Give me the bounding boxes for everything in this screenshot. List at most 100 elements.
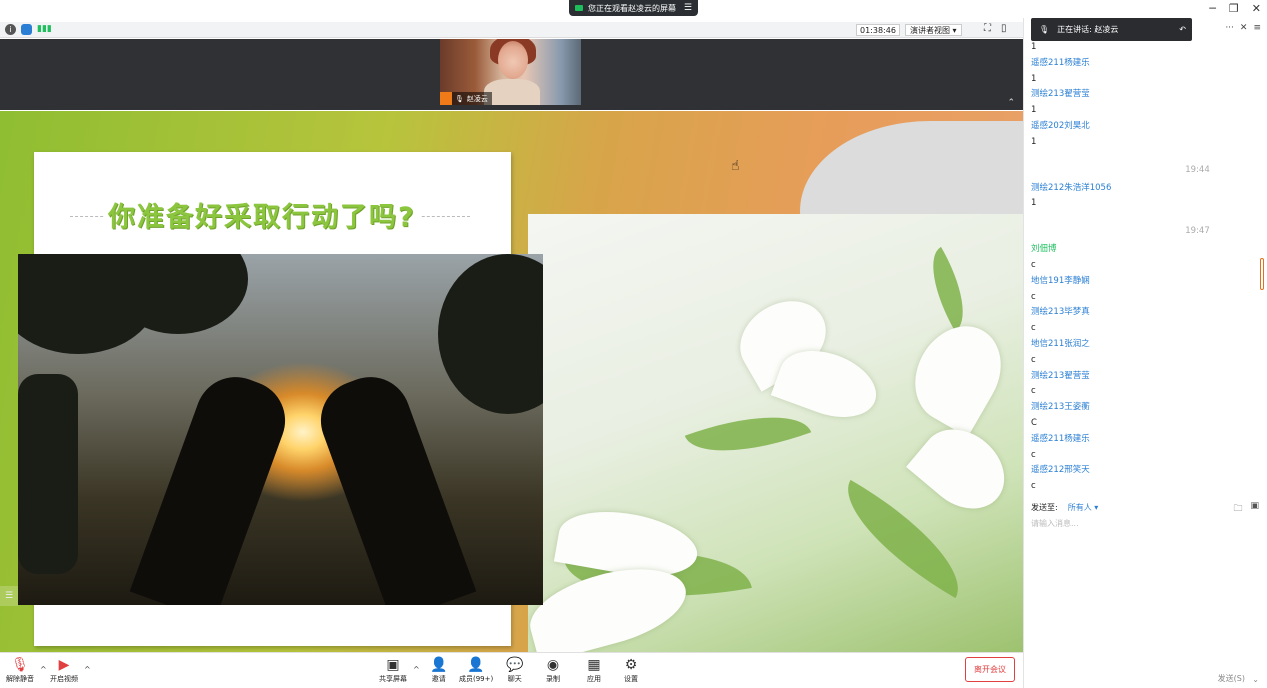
chat-message-text: c <box>1031 481 1036 492</box>
chat-sender-name: 测绘213毕梦真 <box>1031 307 1090 318</box>
chat-message-text: 1 <box>1031 105 1037 116</box>
chat-message-list: 1 遥感211杨建乐 1 测绘213翟营莹 1 遥感202刘昊北 1 19:44 测绘212朱浩… <box>1031 40 1256 495</box>
speaker-video-tile[interactable]: 🎙 赵凌云 <box>440 39 581 105</box>
share-screen-icon: ▣ <box>386 657 400 673</box>
chat-message-text: c <box>1031 323 1036 334</box>
chat-message-text: 1 <box>1031 73 1037 84</box>
recipient-dropdown[interactable]: 所有人 ▾ <box>1068 502 1099 513</box>
meeting-timer: 01:38:46 <box>856 24 900 36</box>
start-video-button[interactable]: ▶ 开启视频 <box>50 657 78 684</box>
chat-input[interactable]: 请输入消息... <box>1031 518 1079 529</box>
chat-tool-icons: 🗀 ▣ <box>1233 501 1259 517</box>
chat-timestamp: 19:47 <box>1185 226 1210 237</box>
chat-sender-name: 地信191李静娴 <box>1031 275 1090 286</box>
window-controls: ─ ❐ ✕ <box>1209 2 1261 15</box>
settings-label: 设置 <box>624 675 638 683</box>
info-icon[interactable]: i <box>5 24 16 35</box>
speaker-body <box>484 79 540 105</box>
minimize-icon[interactable]: ─ <box>1209 2 1216 15</box>
apps-icon: ▦ <box>587 657 601 673</box>
chat-message-text: 1 <box>1031 198 1037 209</box>
file-icon[interactable]: 🗀 <box>1233 501 1242 517</box>
start-video-label: 开启视频 <box>50 675 78 683</box>
share-banner-text: 您正在观看赵凌云的屏幕 <box>588 3 676 13</box>
more-icon[interactable]: ··· <box>1225 23 1234 33</box>
share-screen-label: 共享屏幕 <box>379 675 407 683</box>
audio-options-caret[interactable]: ^ <box>40 665 47 674</box>
restore-icon[interactable]: ❐ <box>1229 2 1239 15</box>
right-hand-silhouette <box>309 365 477 605</box>
chat-message-text: 1 <box>1031 42 1037 52</box>
record-icon: ◉ <box>546 657 560 673</box>
members-button[interactable]: 👤 成员(99+) <box>459 657 493 684</box>
menu-icon[interactable]: ☰ <box>684 3 692 13</box>
chat-timestamp: 19:44 <box>1185 164 1210 175</box>
panel-menu-icon[interactable]: ≡ <box>1253 23 1261 33</box>
share-screen-button[interactable]: ▣ 共享屏幕 <box>379 657 407 684</box>
signal-icon[interactable]: ▮▮▮ <box>37 24 52 35</box>
chat-message-text: c <box>1031 386 1036 397</box>
chat-header-controls: ··· ✕ ≡ <box>1225 23 1261 33</box>
view-mode-label: 演讲者视图 <box>910 26 950 35</box>
chat-message-text: c <box>1031 291 1036 302</box>
meeting-window: 您正在观看赵凌云的屏幕 ☰ ─ ❐ ✕ i ▮▮▮ 01:38:46 演讲者视图… <box>0 0 1267 688</box>
chat-label: 聊天 <box>507 675 522 683</box>
chat-scrollbar[interactable] <box>1260 258 1264 290</box>
record-label: 录制 <box>546 675 560 683</box>
screen-share-banner[interactable]: 您正在观看赵凌云的屏幕 ☰ <box>569 0 698 16</box>
view-mode-dropdown[interactable]: 演讲者视图 ▾ <box>905 24 962 36</box>
apps-button[interactable]: ▦ 应用 <box>587 657 601 684</box>
slide-list-icon[interactable]: ☰ <box>0 586 18 606</box>
send-button[interactable]: 发送(S) <box>1218 673 1245 684</box>
chat-sender-name: 测绘213王姿蘅 <box>1031 402 1090 413</box>
leave-meeting-button[interactable]: 离开会议 <box>965 657 1015 682</box>
settings-button[interactable]: ⚙ 设置 <box>624 657 638 684</box>
members-icon: 👤 <box>467 657 485 673</box>
speaker-nametag: 🎙 赵凌云 <box>440 92 492 105</box>
chat-message-text: c <box>1031 449 1036 460</box>
video-options-caret[interactable]: ^ <box>84 665 91 674</box>
share-options-caret[interactable]: ^ <box>413 665 420 674</box>
chat-sender-name: 遥感211杨建乐 <box>1031 57 1090 68</box>
lily-petal <box>898 310 1018 438</box>
gear-icon: ⚙ <box>624 657 638 673</box>
chat-panel: 🎙 正在讲话: 赵凌云 ↶ ··· ✕ ≡ 1 遥感211杨建乐 1 测绘213翟营莹… <box>1023 18 1267 688</box>
collapse-strip-icon[interactable]: ⌃ <box>1007 98 1015 108</box>
chat-message-text: 1 <box>1031 136 1037 147</box>
close-chat-icon[interactable]: ✕ <box>1240 23 1248 33</box>
invite-label: 邀请 <box>431 675 446 683</box>
pointer-cursor-icon: ☝ <box>731 158 740 174</box>
fullscreen-icon[interactable]: ⛶ <box>984 23 991 34</box>
chat-button[interactable]: 💬 聊天 <box>506 657 523 684</box>
chat-sender-name: 刘佃博 <box>1031 244 1057 255</box>
mic-muted-icon: 🎙 <box>11 657 29 673</box>
shield-icon[interactable] <box>21 24 32 35</box>
slide-title: 你准备好采取行动了吗? <box>104 195 420 234</box>
lily-petal <box>906 413 1020 525</box>
mic-icon: 🎙 <box>455 94 464 103</box>
send-to-label: 发送至: <box>1031 503 1058 512</box>
chat-icon: 💬 <box>506 657 524 673</box>
invite-icon: 👤 <box>430 657 448 673</box>
shared-slide: 你准备好采取行动了吗? ☰ <box>0 111 1023 652</box>
camera-icon <box>575 5 583 11</box>
chat-sender-name: 测绘213翟营莹 <box>1031 370 1090 381</box>
tree-silhouette <box>18 374 78 574</box>
chat-sender-name: 遥感211杨建乐 <box>1031 433 1090 444</box>
pop-out-icon[interactable]: ↶ <box>1179 25 1186 34</box>
leaf <box>684 394 812 474</box>
record-button[interactable]: ◉ 录制 <box>546 657 560 684</box>
speaking-indicator: 🎙 正在讲话: 赵凌云 ↶ <box>1031 18 1192 41</box>
close-icon[interactable]: ✕ <box>1252 2 1261 15</box>
speaker-name: 赵凌云 <box>466 94 488 103</box>
lily-image <box>528 214 1023 652</box>
members-label: 成员(99+) <box>459 675 494 683</box>
send-options-caret[interactable]: ⌄ <box>1252 675 1259 684</box>
layout-icon[interactable]: ▯ <box>1001 23 1007 34</box>
invite-button[interactable]: 👤 邀请 <box>430 657 447 684</box>
speaker-face <box>498 41 528 79</box>
unmute-label: 解除静音 <box>6 675 34 683</box>
chat-sender-name: 测绘212朱浩洋1056 <box>1031 182 1112 193</box>
screenshot-icon[interactable]: ▣ <box>1250 501 1259 517</box>
unmute-button[interactable]: 🎙 解除静音 <box>6 657 34 684</box>
